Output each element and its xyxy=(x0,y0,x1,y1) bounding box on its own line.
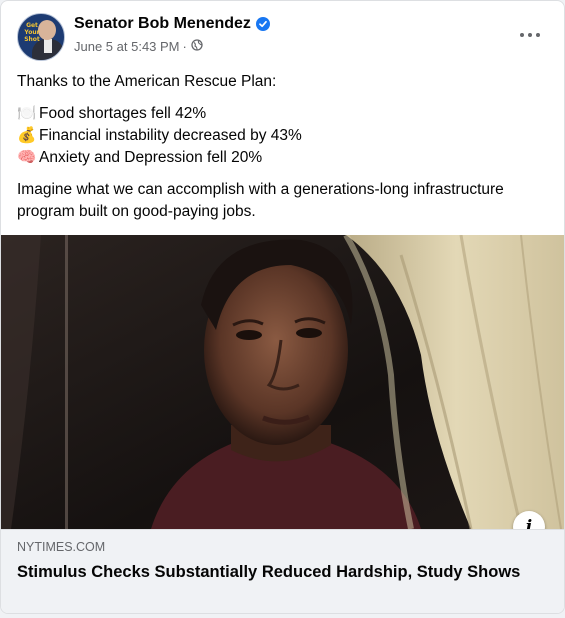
post-header: Get Your Shot Senator Bob Menendez June … xyxy=(17,13,548,61)
avatar-badge-text: Get Your Shot xyxy=(24,22,40,43)
author-name-row: Senator Bob Menendez xyxy=(74,15,270,33)
link-domain: NYTIMES.COM xyxy=(17,540,106,554)
link-preview-image[interactable] xyxy=(1,235,564,529)
post-timestamp[interactable]: June 5 at 5:43 PM xyxy=(74,39,180,54)
post-closing: Imagine what we can accomplish with a ge… xyxy=(17,181,504,220)
avatar-shirt xyxy=(44,39,52,53)
money-bag-icon: 💰 xyxy=(17,127,37,144)
list-item-label: Anxiety and Depression fell 20% xyxy=(39,149,263,166)
author-name[interactable]: Senator Bob Menendez xyxy=(74,15,251,33)
globe-icon[interactable] xyxy=(191,39,203,54)
list-item: 🍽️ Food shortages fell 42% xyxy=(17,103,537,125)
list-item-label: Financial instability decreased by 43% xyxy=(39,127,302,144)
facebook-post-card: Get Your Shot Senator Bob Menendez June … xyxy=(0,0,565,614)
more-options-icon[interactable] xyxy=(518,23,542,47)
meta-separator: · xyxy=(182,39,187,54)
verified-badge-icon xyxy=(255,17,270,31)
list-item: 🧠 Anxiety and Depression fell 20% xyxy=(17,147,537,169)
brain-icon: 🧠 xyxy=(17,149,37,166)
list-item-label: Food shortages fell 42% xyxy=(39,105,207,122)
author-avatar[interactable]: Get Your Shot xyxy=(17,13,65,61)
fork-knife-plate-icon: 🍽️ xyxy=(17,105,37,122)
list-item: 💰 Financial instability decreased by 43% xyxy=(17,125,537,147)
link-preview[interactable]: NYTIMES.COM Stimulus Checks Substantiall… xyxy=(1,529,564,613)
post-meta: June 5 at 5:43 PM · xyxy=(74,39,203,54)
post-body: Thanks to the American Rescue Plan: 🍽️ Fo… xyxy=(17,71,537,223)
post-intro: Thanks to the American Rescue Plan: xyxy=(17,73,277,90)
link-headline[interactable]: Stimulus Checks Substantially Reduced Ha… xyxy=(17,562,537,583)
